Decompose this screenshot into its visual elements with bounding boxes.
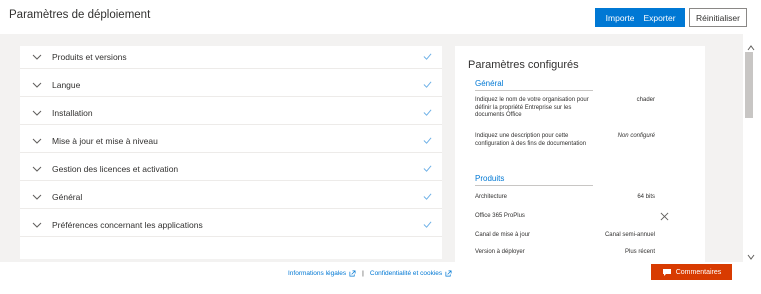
setting-value-version: Plus récent bbox=[624, 249, 655, 255]
main-area: Produits et versions Langue Installation… bbox=[0, 34, 743, 262]
checkmark-icon bbox=[423, 165, 432, 172]
setting-label-architecture: Architecture bbox=[475, 194, 508, 200]
feedback-label: Commentaires bbox=[675, 268, 722, 276]
footer: Informations légales | Confidentialité e… bbox=[0, 262, 761, 294]
section-heading-products: Produits bbox=[475, 174, 505, 183]
setting-label-description: Indiquez une description pour cette conf… bbox=[475, 133, 587, 147]
legal-link[interactable]: Informations légales bbox=[288, 270, 346, 277]
setting-value-description: Non configuré bbox=[617, 133, 655, 139]
scroll-down-icon[interactable] bbox=[747, 254, 755, 260]
chevron-down-icon bbox=[32, 166, 42, 172]
page-title: Paramètres de déploiement bbox=[9, 9, 151, 21]
accordion-item-update-upgrade[interactable]: Mise à jour et mise à niveau bbox=[20, 130, 442, 153]
checkmark-icon bbox=[423, 193, 432, 200]
setting-label-update-channel: Canal de mise à jour bbox=[475, 232, 531, 238]
checkmark-icon bbox=[423, 109, 432, 116]
scrollbar-thumb[interactable] bbox=[745, 52, 753, 118]
accordion-item-products-versions[interactable]: Produits et versions bbox=[20, 46, 442, 69]
accordion-label: Général bbox=[52, 192, 83, 202]
section-divider bbox=[475, 185, 593, 186]
accordion-label: Gestion des licences et activation bbox=[52, 164, 179, 174]
settings-accordion: Produits et versions Langue Installation… bbox=[20, 46, 442, 259]
checkmark-icon bbox=[423, 137, 432, 144]
export-button[interactable]: Exporter bbox=[634, 8, 685, 27]
chevron-down-icon bbox=[32, 194, 42, 200]
accordion-label: Langue bbox=[52, 80, 81, 90]
chevron-down-icon bbox=[32, 138, 42, 144]
footer-separator: | bbox=[362, 270, 364, 277]
section-divider bbox=[475, 90, 593, 91]
accordion-label: Préférences concernant les applications bbox=[52, 220, 203, 230]
accordion-item-installation[interactable]: Installation bbox=[20, 102, 442, 125]
accordion-item-app-preferences[interactable]: Préférences concernant les applications bbox=[20, 214, 442, 237]
comment-icon bbox=[662, 268, 671, 276]
header-bar: Paramètres de déploiement Importer Expor… bbox=[0, 0, 761, 34]
chevron-down-icon bbox=[32, 54, 42, 60]
checkmark-icon bbox=[423, 53, 432, 60]
checkmark-icon bbox=[423, 81, 432, 88]
chevron-down-icon bbox=[32, 222, 42, 228]
external-link-icon bbox=[349, 270, 356, 277]
external-link-icon bbox=[445, 270, 452, 277]
setting-value-update-channel: Canal semi-annuel bbox=[604, 232, 655, 238]
setting-label-organization: Indiquez le nom de votre organisation po… bbox=[475, 97, 589, 118]
reset-button[interactable]: Réinitialiser bbox=[689, 8, 747, 27]
accordion-item-language[interactable]: Langue bbox=[20, 74, 442, 97]
footer-links: Informations légales | Confidentialité e… bbox=[288, 270, 452, 277]
privacy-link[interactable]: Confidentialité et cookies bbox=[370, 270, 442, 277]
accordion-item-licensing-activation[interactable]: Gestion des licences et activation bbox=[20, 158, 442, 181]
setting-value-architecture: 64 bits bbox=[637, 194, 655, 200]
feedback-button[interactable]: Commentaires bbox=[651, 264, 732, 280]
section-heading-general: Général bbox=[475, 79, 504, 88]
accordion-item-general[interactable]: Général bbox=[20, 186, 442, 209]
checkmark-icon bbox=[423, 221, 432, 228]
vertical-scrollbar[interactable] bbox=[743, 34, 761, 262]
setting-label-product: Office 365 ProPlus bbox=[475, 213, 525, 219]
chevron-down-icon bbox=[32, 82, 42, 88]
configured-settings-panel: Paramètres configurés Général Indiquez l… bbox=[455, 46, 705, 262]
setting-value-organization: chader bbox=[636, 97, 655, 103]
close-icon[interactable] bbox=[660, 212, 669, 221]
chevron-down-icon bbox=[32, 110, 42, 116]
setting-label-version: Version à déployer bbox=[475, 249, 525, 255]
accordion-label: Produits et versions bbox=[52, 52, 127, 62]
accordion-label: Mise à jour et mise à niveau bbox=[52, 136, 158, 146]
accordion-label: Installation bbox=[52, 108, 93, 118]
scroll-up-icon[interactable] bbox=[747, 45, 755, 51]
configured-settings-title: Paramètres configurés bbox=[468, 59, 579, 71]
